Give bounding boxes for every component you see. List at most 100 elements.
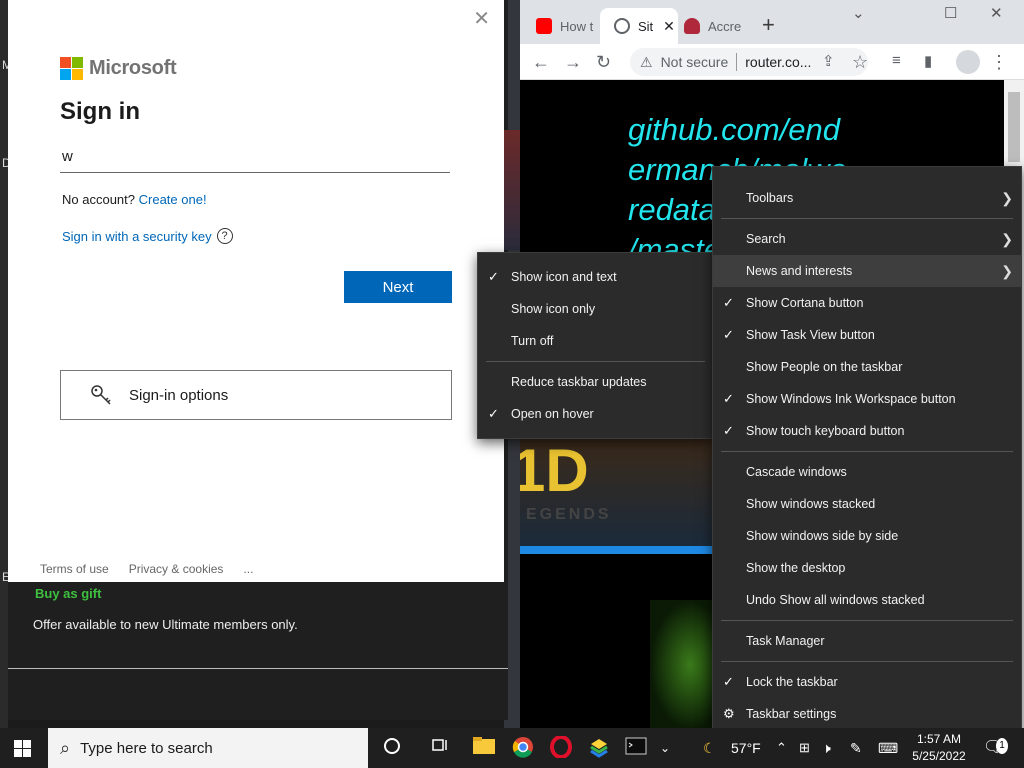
new-tab-button[interactable]: +	[762, 12, 775, 38]
back-icon[interactable]: ←	[532, 52, 550, 73]
weather-temperature[interactable]: 57°F	[731, 728, 761, 768]
clock[interactable]: 1:57 AM 5/25/2022	[906, 731, 972, 765]
menu-item-label: News and interests	[746, 264, 853, 278]
scrollbar-thumb[interactable]	[1008, 92, 1020, 162]
terminal-icon[interactable]	[624, 736, 648, 760]
page-title: Sign in	[60, 98, 140, 125]
desktop-left-strip: M D E	[0, 0, 12, 728]
window-close-button[interactable]: ✕	[990, 4, 1003, 22]
menu-item-show-the-desktop[interactable]: Show the desktop	[713, 552, 1021, 584]
menu-item-label: Show the desktop	[746, 561, 846, 575]
media-control-icon[interactable]: ≡	[892, 52, 901, 69]
checkmark-icon: ✓	[723, 423, 734, 438]
clock-time: 1:57 AM	[916, 732, 962, 746]
menu-item-turn-off[interactable]: Turn off	[478, 325, 713, 357]
network-icon[interactable]: ⊞	[799, 728, 810, 768]
signin-options-label: Sign-in options	[129, 386, 229, 404]
profile-avatar[interactable]	[956, 50, 980, 74]
bluestacks-icon[interactable]	[587, 736, 611, 760]
menu-item-taskbar-settings[interactable]: ⚙ Taskbar settings	[713, 698, 1021, 730]
menu-item-show-cortana-button[interactable]: ✓ Show Cortana button	[713, 287, 1021, 319]
shield-icon	[684, 18, 700, 34]
menu-separator	[486, 361, 705, 362]
checkmark-icon: ✓	[488, 269, 499, 284]
security-key-link[interactable]: Sign in with a security key ?	[62, 228, 233, 244]
weather-moon-icon[interactable]: ☾	[703, 728, 716, 768]
checkmark-icon: ✓	[488, 406, 499, 421]
forward-icon[interactable]: →	[564, 52, 582, 73]
bookmark-star-icon[interactable]: ☆	[852, 52, 868, 73]
privacy-link[interactable]: Privacy & cookies	[129, 562, 224, 576]
menu-item-label: Lock the taskbar	[746, 675, 838, 689]
tab-site[interactable]: Sit ✕	[600, 8, 678, 44]
cortana-icon[interactable]	[380, 736, 404, 760]
search-icon: ⌕	[60, 737, 71, 758]
more-options-button[interactable]: ...	[243, 562, 253, 576]
key-icon	[91, 385, 111, 405]
minimize-button[interactable]: ⌄	[852, 4, 865, 22]
menu-icon[interactable]: ⋮	[990, 52, 1008, 73]
menu-item-toolbars[interactable]: Toolbars ❯	[713, 182, 1021, 214]
help-icon[interactable]: ?	[216, 228, 233, 244]
menu-item-show-icon-and-text[interactable]: ✓ Show icon and text	[478, 261, 713, 293]
microsoft-logo-icon	[60, 57, 83, 80]
opera-icon[interactable]	[549, 735, 573, 760]
menu-item-show-icon-only[interactable]: Show icon only	[478, 293, 713, 325]
no-account-row: No account? Create one!	[62, 192, 207, 207]
file-explorer-icon[interactable]	[472, 736, 496, 760]
email-field[interactable]	[60, 140, 450, 173]
url-text: router.co...	[745, 54, 812, 70]
menu-item-lock-the-taskbar[interactable]: ✓ Lock the taskbar	[713, 666, 1021, 698]
task-view-icon[interactable]	[428, 736, 452, 760]
menu-item-label: Show People on the taskbar	[746, 360, 903, 374]
menu-item-show-windows-side-by-side[interactable]: Show windows side by side	[713, 520, 1021, 552]
terms-link[interactable]: Terms of use	[40, 562, 109, 576]
maximize-button[interactable]: ☐	[944, 4, 957, 22]
menu-item-show-windows-stacked[interactable]: Show windows stacked	[713, 488, 1021, 520]
share-icon[interactable]: ⇪	[822, 52, 835, 70]
menu-item-task-manager[interactable]: Task Manager	[713, 625, 1021, 657]
tab-youtube[interactable]: How t	[522, 8, 602, 44]
pen-icon[interactable]: ✎	[850, 728, 862, 768]
signin-options-button[interactable]: Sign-in options	[60, 370, 452, 420]
taskbar-search-box[interactable]: ⌕ Type here to search	[48, 728, 368, 768]
tray-scroll-icon[interactable]: ⌄	[660, 728, 670, 768]
menu-item-label: Show Cortana button	[746, 296, 864, 310]
youtube-icon	[536, 18, 552, 34]
no-account-label: No account?	[62, 192, 135, 207]
menu-item-cascade-windows[interactable]: Cascade windows	[713, 456, 1021, 488]
next-button[interactable]: Next	[344, 271, 452, 303]
start-button[interactable]	[14, 740, 31, 757]
buy-as-gift-link[interactable]: Buy as gift	[35, 586, 101, 601]
menu-item-open-on-hover[interactable]: ✓ Open on hover	[478, 398, 713, 430]
close-button[interactable]: ✕	[473, 6, 490, 31]
touch-keyboard-icon[interactable]: ⌨	[878, 728, 898, 768]
footer: Terms of use Privacy & cookies ...	[40, 562, 253, 576]
warning-icon[interactable]: ⚠	[640, 54, 653, 71]
menu-item-news-and-interests[interactable]: News and interests ❯	[713, 255, 1021, 287]
show-hidden-icons-icon[interactable]: ⌃	[776, 728, 787, 768]
tab-accredited[interactable]: Accre	[670, 8, 756, 44]
create-account-link[interactable]: Create one!	[139, 192, 207, 207]
menu-item-show-windows-ink-workspace-button[interactable]: ✓ Show Windows Ink Workspace button	[713, 383, 1021, 415]
clock-date: 5/25/2022	[912, 749, 966, 763]
menu-item-show-people-on-the-taskbar[interactable]: Show People on the taskbar	[713, 351, 1021, 383]
menu-item-undo-show-all-windows-stacked[interactable]: Undo Show all windows stacked	[713, 584, 1021, 616]
menu-separator	[721, 451, 1013, 452]
side-panel-icon[interactable]: ▮	[924, 52, 932, 70]
menu-item-show-task-view-button[interactable]: ✓ Show Task View button	[713, 319, 1021, 351]
chevron-right-icon: ❯	[1001, 190, 1013, 206]
divider	[8, 668, 508, 669]
chrome-icon[interactable]	[511, 736, 535, 760]
menu-item-search[interactable]: Search ❯	[713, 223, 1021, 255]
menu-item-reduce-taskbar-updates[interactable]: Reduce taskbar updates	[478, 366, 713, 398]
menu-item-label: Show windows stacked	[746, 497, 876, 511]
menu-separator	[721, 218, 1013, 219]
chevron-right-icon: ❯	[1001, 231, 1013, 247]
menu-item-show-touch-keyboard-button[interactable]: ✓ Show touch keyboard button	[713, 415, 1021, 447]
volume-icon[interactable]: 🕨	[822, 728, 831, 768]
tab-bar: How t Sit ✕ Accre + ⌄ ☐ ✕	[520, 0, 1024, 44]
menu-item-label: Show Windows Ink Workspace button	[746, 392, 956, 406]
gear-icon: ⚙	[723, 706, 735, 721]
reload-icon[interactable]: ↻	[596, 52, 611, 73]
